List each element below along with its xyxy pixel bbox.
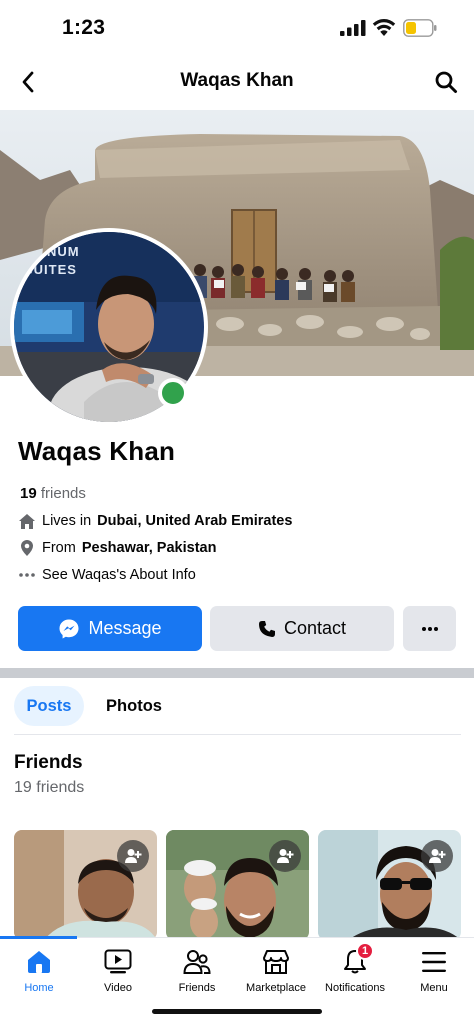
profile-name: Waqas Khan (18, 436, 176, 466)
nav-marketplace[interactable]: Marketplace (231, 946, 321, 994)
nav-active-indicator (0, 936, 77, 939)
nav-marketplace-label: Marketplace (246, 982, 306, 994)
nav-menu-label: Menu (420, 982, 448, 994)
message-button-label: Message (88, 618, 162, 638)
friends-count-label: friends (40, 485, 86, 502)
marketplace-icon (261, 946, 291, 978)
bell-icon: 1 (340, 942, 374, 978)
messenger-icon (59, 619, 79, 638)
message-button[interactable]: Message (18, 606, 202, 651)
add-person-icon (277, 849, 294, 863)
contact-button-label: Contact (283, 618, 347, 638)
nav-home-label: Home (24, 982, 54, 994)
section-divider (0, 668, 474, 678)
profile-header: Waqas Khan (0, 56, 474, 108)
home-icon (24, 946, 54, 978)
more-dots-icon (18, 566, 36, 584)
video-icon (103, 946, 133, 978)
tabs-divider (14, 734, 461, 735)
nav-friends[interactable]: Friends (152, 946, 242, 994)
friend-card[interactable] (318, 830, 461, 940)
add-friend-button[interactable] (117, 840, 149, 872)
header-title: Waqas Khan (180, 70, 294, 91)
nav-video[interactable]: Video (73, 946, 163, 994)
friends-count-line[interactable]: 19 friends (20, 485, 86, 502)
wifi-icon (372, 19, 396, 36)
about-info-link[interactable]: See Waqas's About Info (42, 567, 196, 583)
nav-notifications-label: Notifications (325, 982, 385, 994)
friend-card[interactable] (14, 830, 157, 940)
home-icon (18, 512, 36, 530)
lives-in-value[interactable]: Dubai, United Arab Emirates (97, 513, 292, 529)
more-horizontal-icon (421, 626, 438, 631)
add-person-icon (429, 849, 446, 863)
menu-icon (419, 946, 449, 978)
status-time: 1:23 (62, 16, 106, 39)
phone-icon (258, 620, 275, 637)
nav-home[interactable]: Home (0, 946, 84, 994)
cellular-signal-icon (340, 20, 366, 36)
friends-section-title: Friends (14, 752, 83, 773)
lives-in-row: Lives in Dubai, United Arab Emirates (18, 512, 292, 530)
friends-icon (182, 946, 212, 978)
friends-section-count: 19 friends (14, 779, 85, 796)
nav-notifications[interactable]: 1 Notifications (310, 942, 400, 994)
from-prefix: From (42, 540, 76, 556)
from-value[interactable]: Peshawar, Pakistan (82, 540, 217, 556)
contact-button[interactable]: Contact (210, 606, 394, 651)
battery-icon (403, 19, 437, 37)
nav-friends-label: Friends (178, 982, 216, 994)
notification-badge: 1 (356, 942, 374, 960)
nav-video-label: Video (104, 982, 132, 994)
search-icon (435, 71, 457, 93)
lives-in-prefix: Lives in (42, 513, 92, 529)
tab-photos[interactable]: Photos (96, 686, 172, 726)
status-bar: 1:23 (0, 0, 474, 56)
search-button[interactable] (432, 68, 460, 96)
about-info-row[interactable]: See Waqas's About Info (18, 566, 196, 584)
nav-menu[interactable]: Menu (389, 946, 474, 994)
friends-count-number: 19 (20, 485, 37, 502)
more-options-button[interactable] (403, 606, 456, 651)
online-status-indicator (158, 378, 188, 408)
home-indicator (152, 1009, 322, 1014)
location-pin-icon (18, 539, 36, 557)
svg-text:SUITES: SUITES (24, 262, 77, 277)
tab-posts[interactable]: Posts (14, 686, 84, 726)
add-friend-button[interactable] (269, 840, 301, 872)
from-row: From Peshawar, Pakistan (18, 539, 216, 557)
add-person-icon (125, 849, 142, 863)
friend-card[interactable] (166, 830, 309, 940)
add-friend-button[interactable] (421, 840, 453, 872)
